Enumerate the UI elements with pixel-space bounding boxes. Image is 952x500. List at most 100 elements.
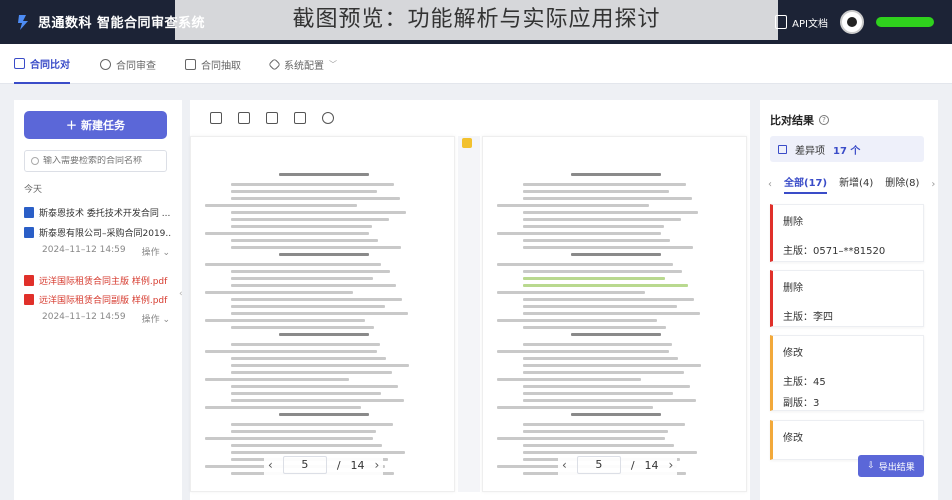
diff-type: 删除 bbox=[783, 217, 803, 228]
tab-label: 合同审查 bbox=[116, 60, 156, 72]
document-text-line bbox=[571, 413, 661, 416]
task-time: 2024–11–12 14:59 bbox=[42, 245, 126, 255]
split-view-icon[interactable] bbox=[266, 112, 278, 124]
word-file-icon bbox=[24, 207, 34, 218]
tab-contract-extract[interactable]: 合同抽取 bbox=[185, 44, 241, 84]
export-results-button[interactable]: ⇩ 导出结果 bbox=[858, 455, 924, 477]
search-icon[interactable] bbox=[322, 112, 334, 124]
diff-summary: 差异项 17 个 bbox=[770, 136, 924, 162]
zoom-in-icon[interactable] bbox=[210, 112, 222, 124]
task-actions[interactable]: 操作 ⌄ bbox=[142, 245, 170, 258]
new-task-button[interactable]: ＋ 新建任务 bbox=[24, 111, 167, 139]
document-text-line bbox=[231, 305, 385, 308]
zoom-out-icon[interactable] bbox=[238, 112, 250, 124]
page-number-input[interactable]: 5 bbox=[282, 456, 327, 474]
document-text-line bbox=[231, 284, 396, 287]
tab-all[interactable]: 全部(17) bbox=[784, 174, 828, 194]
document-text-line bbox=[571, 333, 661, 336]
document-text-line bbox=[523, 225, 664, 228]
chevron-left-icon[interactable]: ‹ bbox=[768, 179, 772, 190]
document-text-line bbox=[205, 291, 353, 294]
actions-label: 操作 bbox=[141, 248, 160, 258]
diff-label: 差异项 bbox=[795, 145, 825, 157]
diff-item[interactable]: 修改 bbox=[770, 420, 924, 460]
document-text-line bbox=[523, 371, 684, 374]
document-text-line bbox=[523, 364, 701, 367]
document-text-line bbox=[523, 385, 690, 388]
list-item[interactable]: 斯泰恩技术 委托技术开发合同 ... bbox=[24, 206, 172, 219]
document-text-line bbox=[497, 263, 673, 266]
task-meta: 2024–11–12 14:59 操作 ⌄ bbox=[42, 312, 170, 325]
document-text-line bbox=[231, 385, 398, 388]
diff-icon bbox=[778, 144, 787, 154]
document-text-line bbox=[523, 277, 665, 280]
document-text-line bbox=[205, 437, 373, 440]
next-page-icon[interactable]: › bbox=[375, 458, 380, 472]
tab-system-config[interactable]: 系统配置 ﹀ bbox=[268, 44, 337, 84]
preview-watermark: 截图预览：功能解析与实际应用探讨 bbox=[175, 0, 778, 40]
panel-title-text: 比对结果 bbox=[770, 114, 814, 127]
fit-page-icon[interactable] bbox=[294, 112, 306, 124]
document-text-line bbox=[231, 211, 406, 214]
document-text-line bbox=[497, 406, 653, 409]
document-text-line bbox=[279, 253, 369, 256]
sync-scroll-gutter bbox=[458, 136, 480, 492]
document-text-line bbox=[231, 298, 402, 301]
page-number-input[interactable]: 5 bbox=[576, 456, 621, 474]
document-text-line bbox=[497, 378, 641, 381]
tab-added[interactable]: 新增(4) bbox=[839, 174, 873, 194]
list-item[interactable]: 远洋国际租赁合同主版 样例.pdf bbox=[24, 274, 172, 287]
document-text-line bbox=[231, 430, 376, 433]
document-text-line bbox=[523, 326, 666, 329]
page-separator: / bbox=[336, 458, 341, 472]
pdf-file-icon bbox=[24, 294, 34, 305]
sync-lock-icon[interactable] bbox=[462, 138, 472, 148]
brand-logo-icon bbox=[18, 14, 28, 30]
document-text-line bbox=[523, 343, 672, 346]
tab-contract-compare[interactable]: 合同比对 bbox=[14, 44, 70, 84]
chevron-right-icon[interactable]: › bbox=[931, 179, 935, 190]
help-icon[interactable]: ? bbox=[819, 115, 829, 125]
diff-type: 修改 bbox=[783, 348, 803, 359]
diff-item[interactable]: 修改 主版：45 副版：3 bbox=[770, 335, 924, 411]
page-total: 14 bbox=[644, 458, 659, 472]
search-input[interactable] bbox=[43, 156, 153, 166]
sub-contract-page[interactable] bbox=[482, 136, 747, 492]
document-text-line bbox=[523, 197, 692, 200]
document-text-line bbox=[497, 232, 661, 235]
document-text-line bbox=[231, 423, 393, 426]
list-item[interactable]: 远洋国际租赁合同副版 样例.pdf bbox=[24, 293, 172, 306]
document-text-line bbox=[231, 277, 373, 280]
diff-item[interactable]: 删除 主版：李四 bbox=[770, 270, 924, 327]
diff-filter-tabs: ‹ 全部(17) 新增(4) 删除(8) › bbox=[768, 174, 935, 194]
list-item[interactable]: 斯泰恩有限公司–采购合同2019... bbox=[24, 226, 172, 239]
avatar[interactable] bbox=[840, 10, 864, 34]
document-text-line bbox=[497, 319, 657, 322]
user-name-redacted[interactable] bbox=[876, 17, 934, 27]
tab-contract-review[interactable]: 合同审查 bbox=[100, 44, 156, 84]
prev-page-icon[interactable]: ‹ bbox=[562, 458, 567, 472]
viewer-toolbar bbox=[210, 112, 334, 124]
task-actions[interactable]: 操作 ⌄ bbox=[142, 312, 170, 325]
diff-detail: 主版：45 bbox=[783, 377, 826, 388]
top-bar: 思通数科 智能合同审查系统 截图预览：功能解析与实际应用探讨 API文档 bbox=[0, 0, 952, 44]
document-text-line bbox=[205, 319, 365, 322]
diff-detail: 副版：3 bbox=[783, 398, 820, 409]
word-file-icon bbox=[24, 227, 34, 238]
document-text-line bbox=[523, 239, 670, 242]
tab-deleted[interactable]: 删除(8) bbox=[885, 174, 919, 194]
document-text-line bbox=[523, 190, 669, 193]
chevron-down-icon: ⌄ bbox=[162, 248, 170, 258]
main-contract-page[interactable] bbox=[190, 136, 455, 492]
collapse-sidebar-icon[interactable]: ‹ bbox=[179, 289, 183, 299]
document-text-line bbox=[205, 204, 357, 207]
next-page-icon[interactable]: › bbox=[669, 458, 674, 472]
diff-item[interactable]: 删除 主版：0571–**81520 bbox=[770, 204, 924, 262]
document-text-line bbox=[523, 357, 678, 360]
prev-page-icon[interactable]: ‹ bbox=[268, 458, 273, 472]
panel-title: 比对结果 ? bbox=[770, 112, 829, 128]
api-docs-link[interactable]: API文档 bbox=[775, 15, 828, 30]
diff-type: 删除 bbox=[783, 283, 803, 294]
diff-type: 修改 bbox=[783, 433, 803, 444]
contract-search[interactable] bbox=[24, 150, 167, 172]
